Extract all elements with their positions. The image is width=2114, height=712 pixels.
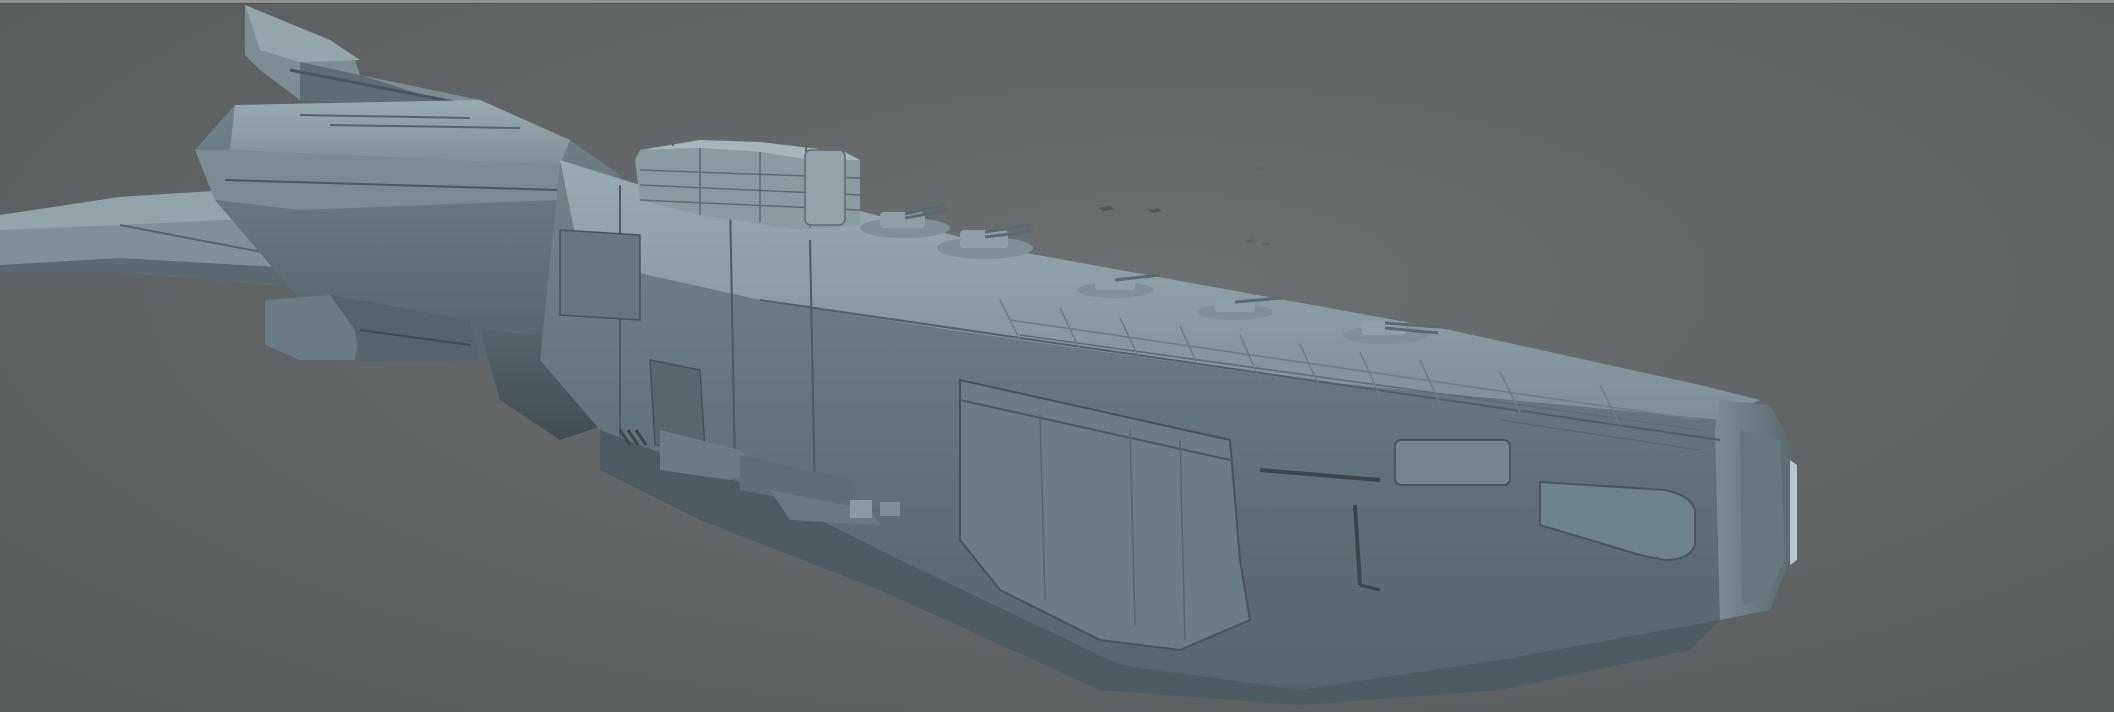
distant-fighter xyxy=(1148,208,1162,213)
turret xyxy=(860,203,950,238)
dorsal-fin xyxy=(245,5,480,110)
render-viewport xyxy=(0,0,2114,712)
main-hull xyxy=(540,160,1797,705)
distant-fighter xyxy=(1098,206,1115,211)
distant-fighter xyxy=(1245,239,1272,245)
turret xyxy=(937,223,1035,259)
distant-fighter xyxy=(1255,167,1266,170)
starship-render xyxy=(0,5,1797,705)
